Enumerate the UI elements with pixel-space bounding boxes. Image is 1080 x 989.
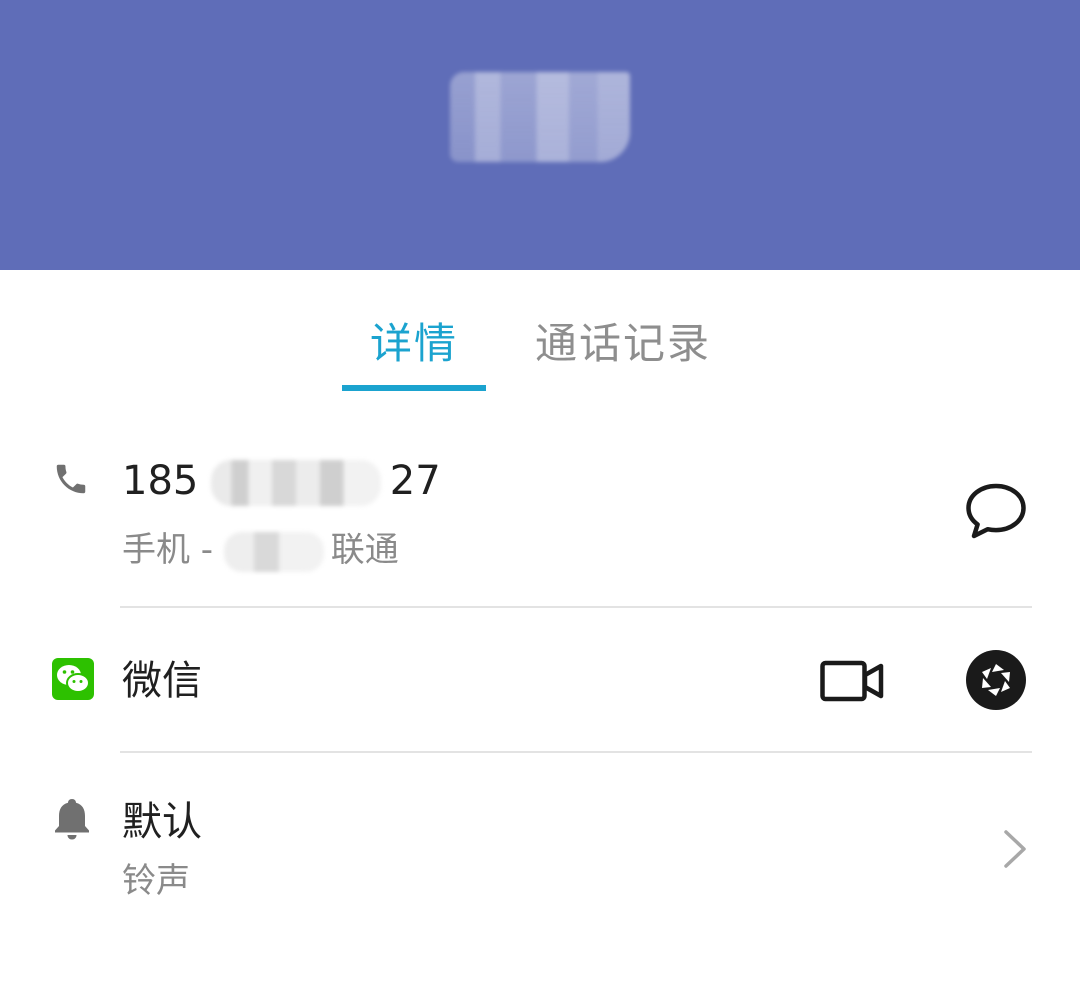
phone-location-redacted bbox=[223, 531, 324, 572]
message-bubble-icon[interactable] bbox=[964, 480, 1028, 540]
video-call-icon[interactable] bbox=[820, 660, 884, 702]
phone-number-prefix: 185 bbox=[122, 458, 199, 504]
tab-details[interactable]: 详情 bbox=[370, 318, 458, 370]
ringtone-label: 铃声 bbox=[122, 861, 190, 901]
wechat-row[interactable]: 微信 bbox=[0, 608, 1080, 753]
phone-carrier: 联通 bbox=[330, 530, 399, 570]
wechat-label: 微信 bbox=[122, 658, 202, 704]
phone-type-carrier: 手机 - 联通 bbox=[122, 528, 399, 572]
contact-header bbox=[0, 0, 1080, 270]
tab-call-log[interactable]: 通话记录 bbox=[535, 318, 711, 370]
phone-number-row[interactable]: 185 27 手机 - 联通 bbox=[0, 420, 1080, 608]
contact-name-redacted bbox=[450, 72, 630, 162]
tab-bar: 详情 通话记录 bbox=[0, 270, 1080, 395]
ringtone-value: 默认 bbox=[122, 799, 202, 845]
phone-icon bbox=[56, 464, 86, 494]
phone-number-suffix: 27 bbox=[389, 458, 441, 504]
wechat-icon bbox=[52, 658, 94, 700]
phone-number-redacted bbox=[211, 460, 382, 506]
active-tab-indicator bbox=[342, 385, 486, 391]
moments-shutter-icon[interactable] bbox=[964, 648, 1028, 712]
ringtone-row[interactable]: 默认 铃声 bbox=[0, 753, 1080, 953]
phone-type: 手机 - bbox=[122, 530, 224, 570]
phone-number: 185 27 bbox=[122, 456, 441, 506]
bell-icon bbox=[55, 799, 89, 840]
chevron-right-icon[interactable] bbox=[1002, 829, 1028, 869]
